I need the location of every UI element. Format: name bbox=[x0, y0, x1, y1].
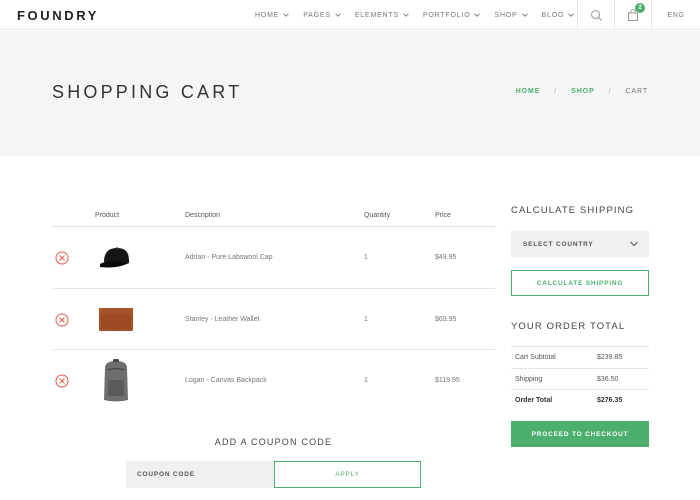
table-row: Logan - Canvas Backpack 1 $119.95 bbox=[52, 350, 495, 412]
order-totals-table: Cart Subtotal $239.85 Shipping $36.50 Or… bbox=[511, 346, 649, 412]
col-header-description: Description bbox=[185, 212, 221, 219]
order-total-heading: YOUR ORDER TOTAL bbox=[511, 321, 626, 332]
breadcrumb: HOME / SHOP / CART bbox=[516, 88, 648, 95]
remove-item-icon[interactable] bbox=[55, 374, 69, 388]
chevron-down-icon bbox=[283, 13, 289, 17]
nav-item-label: PAGES bbox=[303, 11, 331, 19]
calculate-shipping-button[interactable]: CALCULATE SHIPPING bbox=[511, 270, 649, 296]
nav-item-portfolio[interactable]: PORTFOLIO bbox=[423, 11, 482, 19]
totals-value: $276.35 bbox=[597, 397, 623, 404]
table-row: Adrian - Pure Labswool Cap 1 $49.95 bbox=[52, 227, 495, 289]
item-price: $49.95 bbox=[435, 254, 457, 261]
col-header-quantity: Quantity bbox=[364, 212, 391, 219]
cart-sidebar: CALCULATE SHIPPING SELECT COUNTRY CALCUL… bbox=[511, 205, 649, 447]
nav-item-shop[interactable]: SHOP bbox=[494, 11, 528, 19]
page-title-band: SHOPPING CART HOME / SHOP / CART bbox=[0, 31, 700, 156]
product-image-backpack[interactable] bbox=[96, 358, 136, 404]
apply-coupon-button[interactable]: APPLY bbox=[274, 461, 421, 488]
totals-row: Order Total $276.35 bbox=[511, 390, 649, 412]
totals-label: Order Total bbox=[515, 397, 553, 404]
wallet-image bbox=[99, 307, 133, 331]
nav-item-label: PORTFOLIO bbox=[422, 11, 471, 19]
col-header-product: Product bbox=[95, 212, 120, 219]
chevron-down-icon bbox=[568, 13, 574, 17]
breadcrumb-separator: / bbox=[608, 88, 612, 95]
remove-item-icon[interactable] bbox=[55, 313, 69, 327]
search-icon bbox=[590, 9, 602, 21]
item-quantity: 1 bbox=[364, 315, 368, 323]
nav-item-pages[interactable]: PAGES bbox=[303, 11, 342, 19]
page-title: SHOPPING CART bbox=[52, 82, 243, 102]
nav-item-elements[interactable]: ELEMENTS bbox=[355, 11, 410, 19]
backpack-image bbox=[104, 359, 128, 402]
chevron-down-icon bbox=[521, 13, 528, 17]
cap-image bbox=[100, 247, 129, 268]
calculate-shipping-heading: CALCULATE SHIPPING bbox=[511, 205, 635, 216]
product-image-cap[interactable] bbox=[96, 238, 136, 278]
top-header: FOUNDRY HOME PAGES ELEMENTS PORTFOLIO SH… bbox=[0, 0, 700, 30]
site-logo[interactable]: FOUNDRY bbox=[17, 8, 99, 23]
country-select[interactable]: SELECT COUNTRY bbox=[511, 231, 649, 257]
totals-row: Shipping $36.50 bbox=[511, 369, 649, 390]
nav-item-label: HOME bbox=[255, 11, 280, 19]
item-description: Logan - Canvas Backpack bbox=[185, 377, 267, 384]
cart-button[interactable]: 2 bbox=[614, 0, 651, 30]
totals-label: Cart Subtotal bbox=[515, 354, 556, 361]
totals-label: Shipping bbox=[515, 375, 543, 383]
chevron-down-icon bbox=[630, 241, 638, 247]
totals-value: $36.50 bbox=[597, 375, 619, 383]
item-description: Adrian - Pure Labswool Cap bbox=[185, 254, 273, 261]
item-quantity: 1 bbox=[364, 377, 368, 384]
remove-item-icon[interactable] bbox=[55, 251, 69, 265]
coupon-heading: ADD A COUPON CODE bbox=[214, 437, 333, 447]
product-image-wallet[interactable] bbox=[96, 300, 136, 340]
breadcrumb-separator: / bbox=[554, 88, 558, 95]
col-header-price: Price bbox=[435, 212, 451, 219]
cart-count-badge: 2 bbox=[635, 3, 645, 13]
table-row: Stanley - Leather Wallet 1 $69.95 bbox=[52, 289, 495, 350]
breadcrumb-home-link[interactable]: HOME bbox=[516, 88, 541, 95]
nav-item-label: SHOP bbox=[494, 11, 518, 19]
item-description: Stanley - Leather Wallet bbox=[185, 315, 260, 323]
main-nav: HOME PAGES ELEMENTS PORTFOLIO SHOP BLOG bbox=[255, 0, 588, 30]
country-select-value: SELECT COUNTRY bbox=[523, 240, 594, 248]
chevron-down-icon bbox=[474, 13, 481, 17]
chevron-down-icon bbox=[403, 13, 409, 17]
item-price: $69.95 bbox=[435, 315, 457, 323]
totals-value: $239.85 bbox=[597, 354, 623, 361]
cart-table: Product Description Quantity Price Adria… bbox=[52, 207, 495, 412]
search-button[interactable] bbox=[577, 0, 614, 30]
breadcrumb-shop-link[interactable]: SHOP bbox=[571, 88, 594, 95]
cart-table-header: Product Description Quantity Price bbox=[52, 207, 495, 227]
item-quantity: 1 bbox=[364, 254, 368, 261]
nav-item-blog[interactable]: BLOG bbox=[542, 11, 576, 19]
breadcrumb-current: CART bbox=[625, 88, 648, 95]
coupon-code-input[interactable] bbox=[126, 461, 274, 488]
language-selector[interactable]: ENG bbox=[651, 0, 700, 30]
nav-item-label: BLOG bbox=[541, 11, 565, 19]
nav-item-label: ELEMENTS bbox=[354, 11, 399, 19]
totals-row: Cart Subtotal $239.85 bbox=[511, 347, 649, 369]
item-price: $119.95 bbox=[435, 377, 460, 384]
chevron-down-icon bbox=[335, 13, 341, 17]
nav-item-home[interactable]: HOME bbox=[255, 11, 290, 19]
